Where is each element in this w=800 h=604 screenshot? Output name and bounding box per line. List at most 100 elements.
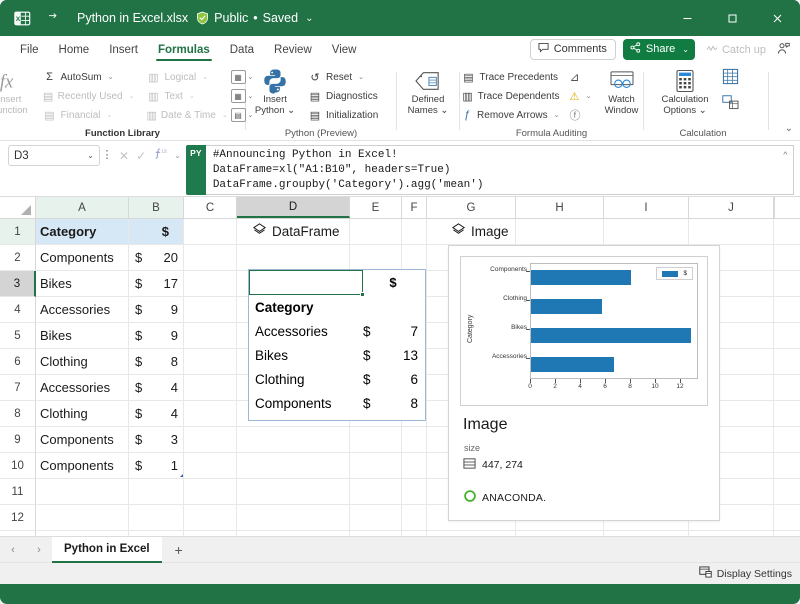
fill-handle[interactable] [360, 292, 365, 297]
cell-c4[interactable] [184, 297, 237, 322]
cell-d2[interactable] [237, 245, 350, 270]
cell-g13[interactable] [427, 531, 516, 536]
insert-function-button[interactable]: fx InsertFunction [0, 66, 37, 116]
catch-up-button[interactable]: Catch up [702, 42, 770, 58]
cell-a4[interactable]: Accessories [36, 297, 129, 322]
cell-c5[interactable] [184, 323, 237, 348]
person-share-icon[interactable] [777, 42, 794, 58]
cell-c12[interactable] [184, 505, 237, 530]
cell-c9[interactable] [184, 427, 237, 452]
column-header-g[interactable]: G [427, 197, 516, 218]
cell-a11[interactable] [36, 479, 129, 504]
cell-c1[interactable] [184, 219, 237, 244]
cell-b11[interactable] [129, 479, 184, 504]
row-header-2[interactable]: 2 [0, 245, 36, 271]
tab-data[interactable]: Data [220, 40, 264, 62]
vertical-scrollbar-top[interactable] [774, 197, 800, 218]
cell-d10[interactable] [237, 453, 350, 478]
tab-formulas[interactable]: Formulas [148, 40, 220, 62]
cell-a13[interactable] [36, 531, 129, 536]
selected-cell-d3[interactable] [249, 270, 363, 295]
trace-precedents-button[interactable]: ▤ Trace Precedents [459, 68, 563, 86]
expand-formula-bar-icon[interactable]: ⌃ [783, 149, 788, 164]
cell-a12[interactable] [36, 505, 129, 530]
name-box[interactable]: D3 ⌄ [8, 145, 100, 166]
cell-e9[interactable] [350, 427, 402, 452]
cell-c6[interactable] [184, 349, 237, 374]
cell-b6[interactable]: $8 [129, 349, 184, 374]
chevron-down-icon[interactable]: ⌄ [586, 92, 592, 100]
cell-c8[interactable] [184, 401, 237, 426]
cell-b5[interactable]: $9 [129, 323, 184, 348]
chevron-down-icon[interactable]: ⌄ [107, 111, 113, 119]
watch-window-button[interactable]: WatchWindow [596, 66, 648, 116]
date-time-button[interactable]: ▥ Date & Time ⌄ [144, 106, 224, 124]
save-icon[interactable] [41, 6, 65, 30]
cell-b1[interactable]: $ [129, 219, 184, 244]
row-header-1[interactable]: 1 [0, 219, 36, 245]
cell-f13[interactable] [402, 531, 427, 536]
row-header-4[interactable]: 4 [0, 297, 36, 323]
row-header-7[interactable]: 7 [0, 375, 36, 401]
sheet-tab-python-in-excel[interactable]: Python in Excel [52, 537, 162, 563]
cell-j13[interactable] [689, 531, 774, 536]
cell-b12[interactable] [129, 505, 184, 530]
tab-insert[interactable]: Insert [99, 40, 148, 62]
evaluate-formula-button[interactable]: ⓕ [566, 106, 596, 124]
cell-c2[interactable] [184, 245, 237, 270]
tab-view[interactable]: View [322, 40, 367, 62]
trace-dependents-button[interactable]: ▥ Trace Dependents [459, 87, 563, 105]
column-header-b[interactable]: B [129, 197, 184, 218]
row-header-8[interactable]: 8 [0, 401, 36, 427]
initialization-button[interactable]: ▤ Initialization [305, 106, 391, 124]
insert-python-button[interactable]: InsertPython ⌄ [248, 66, 302, 116]
cell-b10[interactable]: $1 [129, 453, 184, 478]
cell-f11[interactable] [402, 479, 427, 504]
cell-j1[interactable] [689, 219, 774, 244]
enter-icon[interactable]: ✓ [136, 149, 146, 163]
text-button[interactable]: ▥ Text ⌄ [144, 87, 224, 105]
cell-a9[interactable]: Components [36, 427, 129, 452]
cell-a10[interactable]: Components [36, 453, 129, 478]
cell-c13[interactable] [184, 531, 237, 536]
show-formulas-button[interactable]: ⊿ [566, 68, 596, 86]
prev-sheet-button[interactable]: ‹ [0, 537, 26, 563]
row-header-9[interactable]: 9 [0, 427, 36, 453]
cell-b4[interactable]: $9 [129, 297, 184, 322]
recently-used-button[interactable]: ▤ Recently Used ⌄ [40, 87, 138, 105]
row-header-10[interactable]: 10 [0, 453, 36, 479]
cell-e11[interactable] [350, 479, 402, 504]
calculate-sheet-button[interactable] [718, 96, 754, 114]
cell-f9[interactable] [402, 427, 427, 452]
cell-c10[interactable] [184, 453, 237, 478]
select-all-button[interactable] [0, 197, 36, 218]
cell-f10[interactable] [402, 453, 427, 478]
cell-d11[interactable] [237, 479, 350, 504]
chevron-down-icon[interactable]: ⌄ [129, 92, 135, 100]
comments-button[interactable]: Comments [530, 39, 616, 60]
cell-a6[interactable]: Clothing [36, 349, 129, 374]
cell-b8[interactable]: $4 [129, 401, 184, 426]
row-header-3[interactable]: 3 [0, 271, 36, 297]
cell-b13[interactable] [129, 531, 184, 536]
cell-e12[interactable] [350, 505, 402, 530]
calculation-options-button[interactable]: CalculationOptions ⌄ [652, 66, 718, 116]
minimize-button[interactable] [665, 0, 710, 36]
cell-a7[interactable]: Accessories [36, 375, 129, 400]
error-checking-button[interactable]: ⚠ ⌄ [566, 87, 596, 105]
cell-d9[interactable] [237, 427, 350, 452]
add-sheet-button[interactable]: + [162, 537, 196, 563]
cell-c11[interactable] [184, 479, 237, 504]
formula-input[interactable]: #Announcing Python in Excel! DataFrame=x… [206, 145, 794, 195]
financial-button[interactable]: ▤ Financial ⌄ [40, 106, 138, 124]
row-header-13[interactable]: 13 [0, 531, 36, 536]
cell-a2[interactable]: Components [36, 245, 129, 270]
cell-h13[interactable] [516, 531, 604, 536]
chevron-down-icon[interactable]: ⌄ [189, 92, 195, 100]
cell-e1[interactable] [350, 219, 402, 244]
cell-f1[interactable] [402, 219, 427, 244]
remove-arrows-button[interactable]: ƒ Remove Arrows ⌄ [459, 106, 563, 124]
close-button[interactable] [755, 0, 800, 36]
cell-d12[interactable] [237, 505, 350, 530]
cell-a5[interactable]: Bikes [36, 323, 129, 348]
